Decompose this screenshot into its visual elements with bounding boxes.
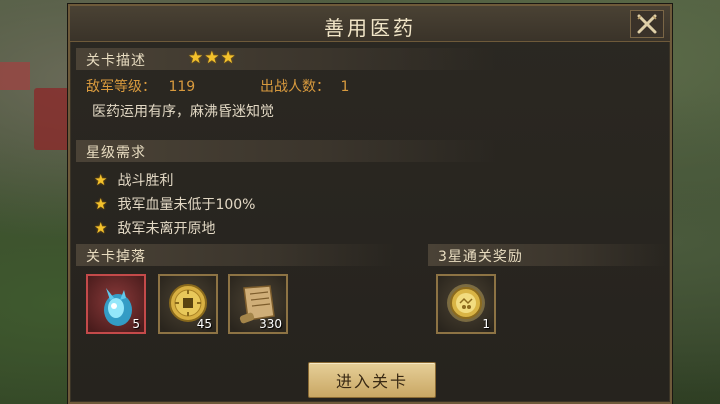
troop-count-label: 出战人数： xyxy=(260,79,330,95)
item-count: 330 xyxy=(259,317,282,331)
title-bar: 善用医药 xyxy=(70,6,670,42)
enemy-level: 敌军等级： 119 xyxy=(86,76,195,96)
stage-description: 医药运用有序，麻沸昏迷知觉 xyxy=(92,104,274,120)
requirement-text: 敌军未离开原地 xyxy=(117,221,216,237)
requirement-text: 战斗胜利 xyxy=(117,173,174,189)
three-star-reward-header: 3星通关奖励 xyxy=(428,244,668,266)
enter-stage-button[interactable]: 进入关卡 xyxy=(308,362,436,398)
stage-description-header: 关卡描述 ★★★ xyxy=(76,48,496,70)
stage-drops-header: 关卡掉落 xyxy=(76,244,396,266)
requirement-item: ★ 战斗胜利 xyxy=(94,170,173,190)
star-icon: ★ xyxy=(94,195,108,213)
requirement-item: ★ 我军血量未低于100% xyxy=(94,194,255,214)
requirement-item: ★ 敌军未离开原地 xyxy=(94,218,215,238)
background-banner xyxy=(0,62,30,90)
item-count: 5 xyxy=(132,317,140,331)
close-button[interactable] xyxy=(630,10,664,38)
drop-item-slot[interactable]: 45 xyxy=(158,274,218,334)
star-icon: ★ xyxy=(94,219,108,237)
difficulty-stars: ★★★ xyxy=(188,48,237,68)
enemy-level-label: 敌军等级： xyxy=(86,79,156,95)
section-label: 关卡描述 xyxy=(86,53,146,69)
troop-count-value: 1 xyxy=(340,79,350,95)
background-banner xyxy=(34,88,70,150)
stage-dialog: 善用医药 关卡描述 ★★★ 敌军等级： 119 出战人数： 1 医药运用有序，麻… xyxy=(68,4,672,404)
section-label: 3星通关奖励 xyxy=(438,249,523,265)
dialog-title: 善用医药 xyxy=(324,16,416,40)
section-label: 星级需求 xyxy=(86,145,146,161)
troop-count: 出战人数： 1 xyxy=(260,76,349,96)
drop-item-slot[interactable]: 330 xyxy=(228,274,288,334)
drop-item-slot[interactable]: 5 xyxy=(86,274,146,334)
close-x-icon xyxy=(637,14,657,34)
enemy-level-value: 119 xyxy=(168,79,196,95)
star-icon: ★ xyxy=(94,171,108,189)
item-count: 45 xyxy=(196,317,212,331)
item-count: 1 xyxy=(482,317,490,331)
star-requirements-header: 星级需求 xyxy=(76,140,496,162)
requirement-text: 我军血量未低于100% xyxy=(117,197,256,213)
section-label: 关卡掉落 xyxy=(86,249,146,265)
reward-item-slot[interactable]: 1 xyxy=(436,274,496,334)
